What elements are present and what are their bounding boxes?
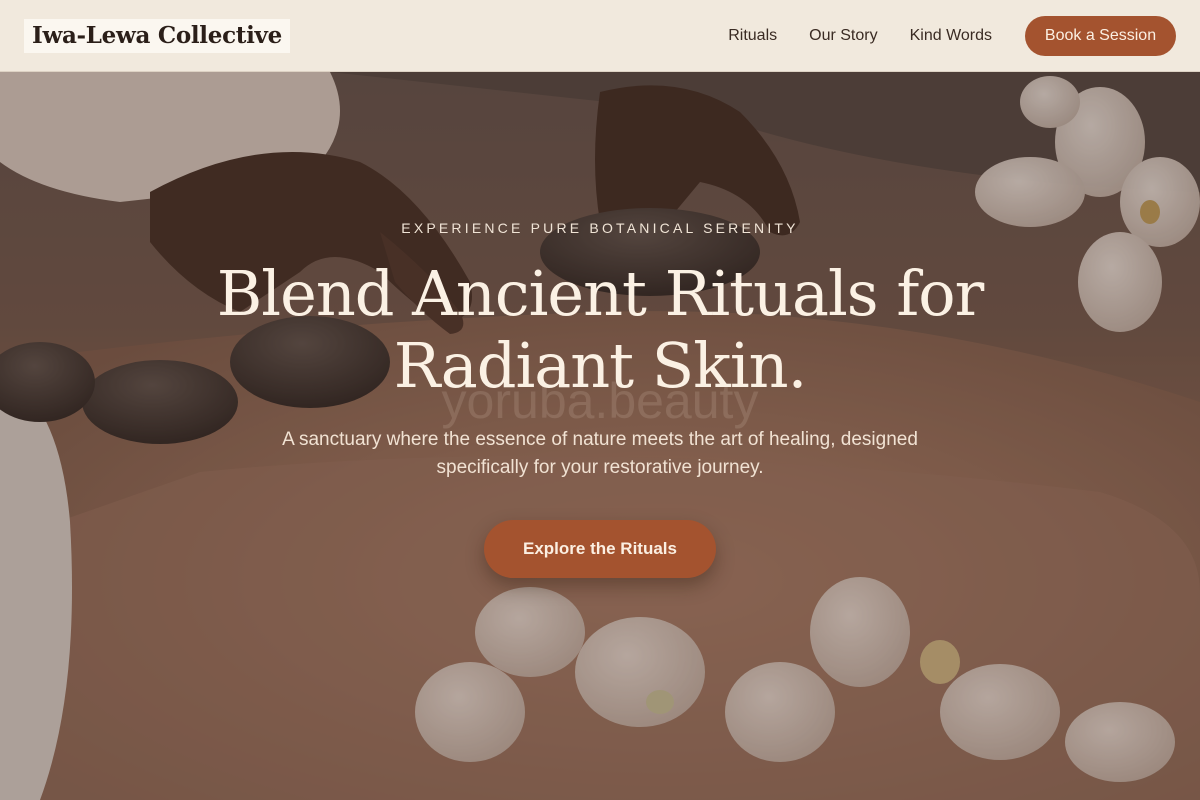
hero-section: EXPERIENCE PURE BOTANICAL SERENITY Blend…: [0, 72, 1200, 800]
hero-subtext: A sanctuary where the essence of nature …: [282, 429, 918, 478]
watermark-text: yoruba.beauty: [441, 373, 759, 429]
site-header: Iwa-Lewa Collective Rituals Our Story Ki…: [0, 0, 1200, 72]
nav-link-our-story[interactable]: Our Story: [809, 27, 877, 45]
brand-logo[interactable]: Iwa-Lewa Collective: [24, 18, 290, 53]
hero-content: EXPERIENCE PURE BOTANICAL SERENITY Blend…: [0, 72, 1200, 800]
hero-eyebrow: EXPERIENCE PURE BOTANICAL SERENITY: [401, 220, 799, 236]
nav-link-kind-words[interactable]: Kind Words: [910, 27, 992, 45]
explore-rituals-button[interactable]: Explore the Rituals: [484, 520, 716, 578]
hero-headline-line-1: Blend Ancient Rituals for: [216, 257, 984, 330]
main-nav: Rituals Our Story Kind Words Book a Sess…: [728, 15, 1176, 56]
nav-link-rituals[interactable]: Rituals: [728, 27, 777, 45]
book-session-button[interactable]: Book a Session: [1025, 15, 1176, 56]
